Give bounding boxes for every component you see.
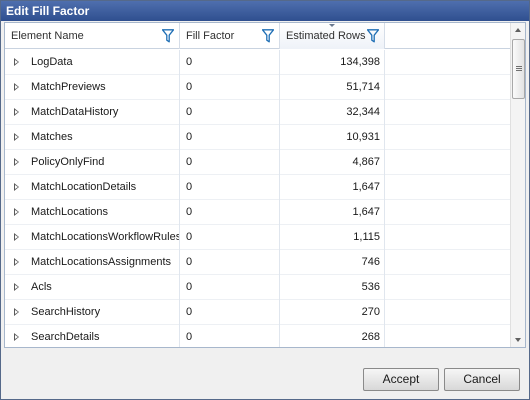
estimated-rows-cell: 10,931 — [280, 125, 385, 150]
expand-arrow-icon[interactable] — [14, 333, 19, 341]
grip-line — [516, 66, 522, 67]
element-name: SearchDetails — [31, 331, 100, 343]
expand-arrow-icon[interactable] — [14, 183, 19, 191]
table-row[interactable]: MatchDataHistory 0 32,344 — [5, 100, 510, 125]
element-name-cell: MatchLocationsAssignments — [5, 250, 180, 275]
column-header-fill-factor[interactable]: Fill Factor — [180, 23, 280, 49]
estimated-rows-cell: 51,714 — [280, 75, 385, 100]
dialog-title: Edit Fill Factor — [1, 1, 529, 21]
estimated-rows-cell: 1,647 — [280, 200, 385, 225]
table-row[interactable]: LogData 0 134,398 — [5, 50, 510, 75]
fill-factor-cell[interactable]: 0 — [180, 125, 280, 150]
accept-button[interactable]: Accept — [363, 368, 439, 391]
table-row[interactable]: SearchDetails 0 268 — [5, 325, 510, 347]
scroll-down-button[interactable] — [511, 333, 525, 347]
chevron-down-icon — [515, 338, 521, 342]
fill-factor-cell[interactable]: 0 — [180, 200, 280, 225]
table-row[interactable]: Matches 0 10,931 — [5, 125, 510, 150]
table-row[interactable]: MatchPreviews 0 51,714 — [5, 75, 510, 100]
sort-descending-icon — [329, 24, 335, 27]
estimated-rows-cell: 1,115 — [280, 225, 385, 250]
expand-arrow-icon[interactable] — [14, 208, 19, 216]
expand-arrow-icon[interactable] — [14, 283, 19, 291]
fill-factor-cell[interactable]: 0 — [180, 100, 280, 125]
column-header-label: Fill Factor — [186, 30, 235, 42]
element-name: MatchDataHistory — [31, 106, 119, 118]
element-name-cell: LogData — [5, 50, 180, 75]
element-name: Matches — [31, 131, 73, 143]
element-name: Acls — [31, 281, 52, 293]
fill-factor-cell[interactable]: 0 — [180, 300, 280, 325]
table-row[interactable]: MatchLocationsWorkflowRules 0 1,115 — [5, 225, 510, 250]
fill-factor-cell[interactable]: 0 — [180, 275, 280, 300]
estimated-rows-cell: 268 — [280, 325, 385, 347]
column-header-label: Element Name — [11, 30, 84, 42]
filter-icon[interactable] — [367, 29, 379, 43]
grip-line — [516, 70, 522, 71]
estimated-rows-cell: 32,344 — [280, 100, 385, 125]
table-row[interactable]: MatchLocationDetails 0 1,647 — [5, 175, 510, 200]
fill-factor-cell[interactable]: 0 — [180, 75, 280, 100]
column-header-estimated-rows[interactable]: Estimated Rows — [280, 23, 385, 49]
grip-line — [516, 68, 522, 69]
element-name-cell: Acls — [5, 275, 180, 300]
element-name-cell: SearchDetails — [5, 325, 180, 347]
element-name-cell: MatchDataHistory — [5, 100, 180, 125]
grid-header: Element Name Fill Factor Estimated Rows — [5, 23, 510, 49]
fill-factor-cell[interactable]: 0 — [180, 50, 280, 75]
element-name-cell: MatchLocationsWorkflowRules — [5, 225, 180, 250]
filter-icon[interactable] — [162, 29, 174, 43]
filter-icon[interactable] — [262, 29, 274, 43]
expand-arrow-icon[interactable] — [14, 158, 19, 166]
estimated-rows-cell: 4,867 — [280, 150, 385, 175]
fill-factor-cell[interactable]: 0 — [180, 175, 280, 200]
estimated-rows-cell: 1,647 — [280, 175, 385, 200]
column-header-element-name[interactable]: Element Name — [5, 23, 180, 49]
element-name-cell: MatchLocationDetails — [5, 175, 180, 200]
element-name: SearchHistory — [31, 306, 101, 318]
grid-rows: LogData 0 134,398 MatchPreviews 0 51,714 Match… — [5, 50, 510, 347]
fill-factor-grid: Element Name Fill Factor Estimated Rows … — [4, 22, 526, 348]
table-row[interactable]: MatchLocations 0 1,647 — [5, 200, 510, 225]
element-name-cell: SearchHistory — [5, 300, 180, 325]
element-name: MatchLocationsWorkflowRules — [31, 231, 180, 243]
scrollbar-thumb[interactable] — [512, 39, 525, 99]
estimated-rows-cell: 746 — [280, 250, 385, 275]
fill-factor-cell[interactable]: 0 — [180, 325, 280, 347]
estimated-rows-cell: 134,398 — [280, 50, 385, 75]
chevron-up-icon — [515, 28, 521, 32]
element-name: PolicyOnlyFind — [31, 156, 105, 168]
expand-arrow-icon[interactable] — [14, 58, 19, 66]
expand-arrow-icon[interactable] — [14, 233, 19, 241]
expand-arrow-icon[interactable] — [14, 258, 19, 266]
fill-factor-cell[interactable]: 0 — [180, 250, 280, 275]
element-name: MatchLocationDetails — [31, 181, 137, 193]
edit-fill-factor-dialog: Edit Fill Factor Element Name Fill Facto… — [0, 0, 530, 400]
expand-arrow-icon[interactable] — [14, 108, 19, 116]
expand-arrow-icon[interactable] — [14, 308, 19, 316]
table-row[interactable]: SearchHistory 0 270 — [5, 300, 510, 325]
element-name: MatchLocations — [31, 206, 109, 218]
element-name: MatchLocationsAssignments — [31, 256, 172, 268]
element-name-cell: MatchPreviews — [5, 75, 180, 100]
estimated-rows-cell: 270 — [280, 300, 385, 325]
element-name-cell: PolicyOnlyFind — [5, 150, 180, 175]
vertical-scrollbar[interactable] — [510, 23, 525, 347]
table-row[interactable]: MatchLocationsAssignments 0 746 — [5, 250, 510, 275]
element-name-cell: Matches — [5, 125, 180, 150]
expand-arrow-icon[interactable] — [14, 83, 19, 91]
fill-factor-cell[interactable]: 0 — [180, 150, 280, 175]
element-name-cell: MatchLocations — [5, 200, 180, 225]
cancel-button[interactable]: Cancel — [444, 368, 520, 391]
table-row[interactable]: Acls 0 536 — [5, 275, 510, 300]
estimated-rows-cell: 536 — [280, 275, 385, 300]
expand-arrow-icon[interactable] — [14, 133, 19, 141]
fill-factor-cell[interactable]: 0 — [180, 225, 280, 250]
table-row[interactable]: PolicyOnlyFind 0 4,867 — [5, 150, 510, 175]
column-header-label: Estimated Rows — [286, 30, 366, 42]
element-name: LogData — [31, 56, 73, 68]
element-name: MatchPreviews — [31, 81, 106, 93]
scroll-up-button[interactable] — [511, 23, 525, 37]
